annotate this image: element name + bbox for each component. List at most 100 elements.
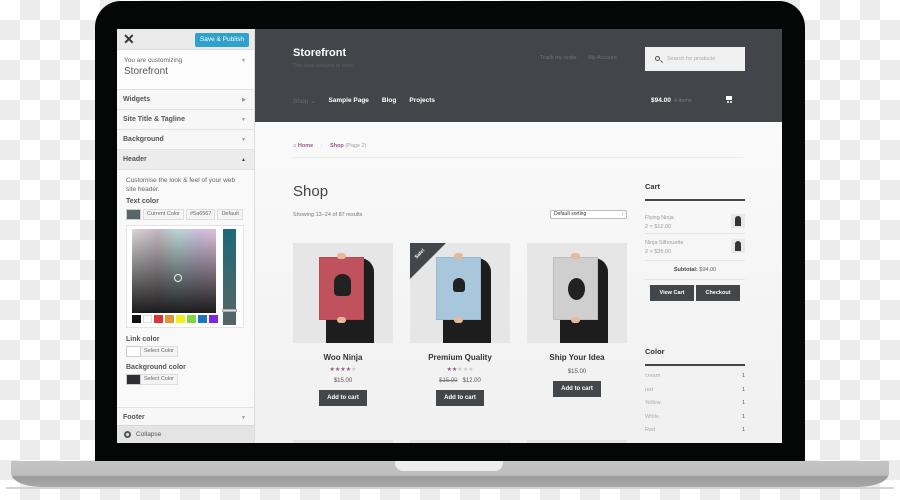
color-count: 1 <box>741 373 745 379</box>
view-cart-button[interactable]: View Cart <box>650 285 694 301</box>
section-site-title[interactable]: Site Title & Tagline ▼ <box>117 110 254 130</box>
collapse-button[interactable]: Collapse <box>117 425 254 443</box>
palette-swatch[interactable] <box>154 315 163 323</box>
star-rating: ★★★★★ <box>293 366 393 373</box>
breadcrumb-home[interactable]: Home <box>298 143 313 149</box>
add-to-cart-button[interactable]: Add to cart <box>553 381 601 397</box>
add-to-cart-button[interactable]: Add to cart <box>319 390 367 406</box>
laptop-shadow <box>6 487 894 489</box>
palette-swatch[interactable] <box>176 315 185 323</box>
palette-swatch[interactable] <box>187 315 196 323</box>
product-image[interactable]: Sale! <box>410 243 510 343</box>
search-icon <box>655 56 660 61</box>
picker-cursor[interactable] <box>174 274 182 282</box>
palette-swatch[interactable] <box>165 315 174 323</box>
breadcrumb-shop[interactable]: Shop <box>330 143 344 149</box>
site-preview: Storefront The best widgets in town Trac… <box>255 29 782 443</box>
breadcrumb: ⌂ Home › Shop (Page 2) <box>293 143 743 158</box>
text-color-label: Text color <box>126 198 159 205</box>
collapse-label: Collapse <box>136 431 162 438</box>
laptop-screen: ✕ Save & Publish You are customizing Sto… <box>117 29 782 443</box>
product-image[interactable] <box>527 243 627 343</box>
customizing-info[interactable]: You are customizing Storefront ▼ <box>117 50 254 90</box>
link-color-swatch[interactable] <box>126 346 141 357</box>
section-label: Site Title & Tagline <box>123 116 185 123</box>
chevron-down-icon: ▼ <box>241 117 246 123</box>
color-picker <box>126 225 244 328</box>
subtotal-value: $94.00 <box>699 267 717 273</box>
background-color-swatch[interactable] <box>126 374 141 385</box>
my-account-link[interactable]: My Account <box>588 55 616 61</box>
cart-item[interactable]: Ninja Silhouette 2 × $35.00 <box>645 234 745 261</box>
palette-swatch[interactable] <box>198 315 207 323</box>
cart-item-thumbnail <box>731 239 745 253</box>
sale-badge <box>410 243 446 279</box>
product-card: Sale! Premium Quality ★★★★★ $15.00 $12.00… <box>410 243 510 406</box>
header-description: Customise the look & feel of your web si… <box>126 177 236 193</box>
color-count: 1 <box>741 386 745 393</box>
section-header[interactable]: Header ▲ <box>117 150 254 170</box>
select-color-button[interactable]: Select Color <box>141 346 178 357</box>
select-color-button[interactable]: Select Color <box>141 374 178 385</box>
section-label: Header <box>123 156 147 163</box>
hue-slider[interactable] <box>222 229 237 325</box>
header-cart[interactable]: $94.00 4 items <box>651 97 692 104</box>
palette-swatch[interactable] <box>132 315 141 323</box>
nav-item-sample-page[interactable]: Sample Page <box>328 97 368 105</box>
product-card: Ship Your Idea $15.00 Add to cart <box>527 243 627 397</box>
color-palette <box>132 315 218 323</box>
collapse-icon <box>124 430 131 438</box>
result-count: Showing 13–24 of 87 results <box>293 212 363 218</box>
add-to-cart-button[interactable]: Add to cart <box>436 390 484 406</box>
search-input[interactable]: Search for products <box>645 47 745 71</box>
star-rating: ★★★★★ <box>410 366 510 373</box>
color-filter-item[interactable]: cream 1 <box>645 370 745 384</box>
primary-nav: Shop ⌄ Sample Page Blog Projects <box>293 97 435 105</box>
palette-swatch[interactable] <box>143 315 152 323</box>
breadcrumb-page: (Page 2) <box>345 143 367 149</box>
track-order-link[interactable]: Track my order <box>540 55 577 61</box>
color-filter-item[interactable]: red 1 <box>645 384 745 398</box>
section-widgets[interactable]: Widgets ▶ <box>117 90 254 110</box>
section-background[interactable]: Background ▼ <box>117 130 254 150</box>
chevron-up-icon: ▲ <box>241 157 246 163</box>
color-widget-title: Color <box>645 347 665 356</box>
old-price: $15.00 <box>439 378 458 384</box>
product-name[interactable]: Premium Quality <box>410 353 510 362</box>
save-publish-button[interactable]: Save & Publish <box>194 33 249 47</box>
color-filter-item[interactable]: White 1 <box>645 411 745 425</box>
product-name[interactable]: Ship Your Idea <box>527 353 627 362</box>
hex-input[interactable]: #5a6567 <box>186 209 216 220</box>
nav-item-projects[interactable]: Projects <box>409 97 435 105</box>
cart-actions: View Cart Checkout <box>645 285 745 301</box>
cart-icon[interactable] <box>725 95 733 103</box>
hue-slider-handle[interactable] <box>222 309 237 312</box>
color-filter-item[interactable]: Yellow 1 <box>645 397 745 411</box>
product-name[interactable]: Woo Ninja <box>293 353 393 362</box>
product-row-edge <box>410 440 510 443</box>
product-row-edge <box>527 440 627 443</box>
cart-subtotal: Subtotal: $94.00 <box>645 261 745 280</box>
secondary-nav: Track my order My Account <box>540 55 627 61</box>
color-filter-item[interactable]: Red 1 <box>645 424 745 438</box>
link-color-label: Link color <box>126 336 160 343</box>
nav-item-blog[interactable]: Blog <box>382 97 396 105</box>
nav-item-shop[interactable]: Shop ⌄ <box>293 97 315 105</box>
cart-item[interactable]: Flying Ninja 2 × $12.00 <box>645 209 745 234</box>
text-color-swatch[interactable] <box>126 209 141 220</box>
product-image[interactable] <box>293 243 393 343</box>
site-title[interactable]: Storefront <box>293 47 346 59</box>
price-value: $15.00 <box>567 369 587 375</box>
cart-widget-title: Cart <box>645 182 661 191</box>
current-color-button[interactable]: Current Color <box>143 209 185 220</box>
search-placeholder: Search for products <box>667 56 715 62</box>
default-button[interactable]: Default <box>217 209 243 220</box>
close-icon[interactable]: ✕ <box>123 31 135 48</box>
checkout-button[interactable]: Checkout <box>696 285 740 301</box>
saturation-field[interactable] <box>132 229 216 313</box>
star-icon: ★ <box>351 367 357 373</box>
customizer-toolbar: ✕ Save & Publish <box>117 29 254 50</box>
color-name: cream <box>645 373 661 379</box>
palette-swatch[interactable] <box>209 315 218 323</box>
sorting-select[interactable]: Default sorting <box>550 210 627 219</box>
